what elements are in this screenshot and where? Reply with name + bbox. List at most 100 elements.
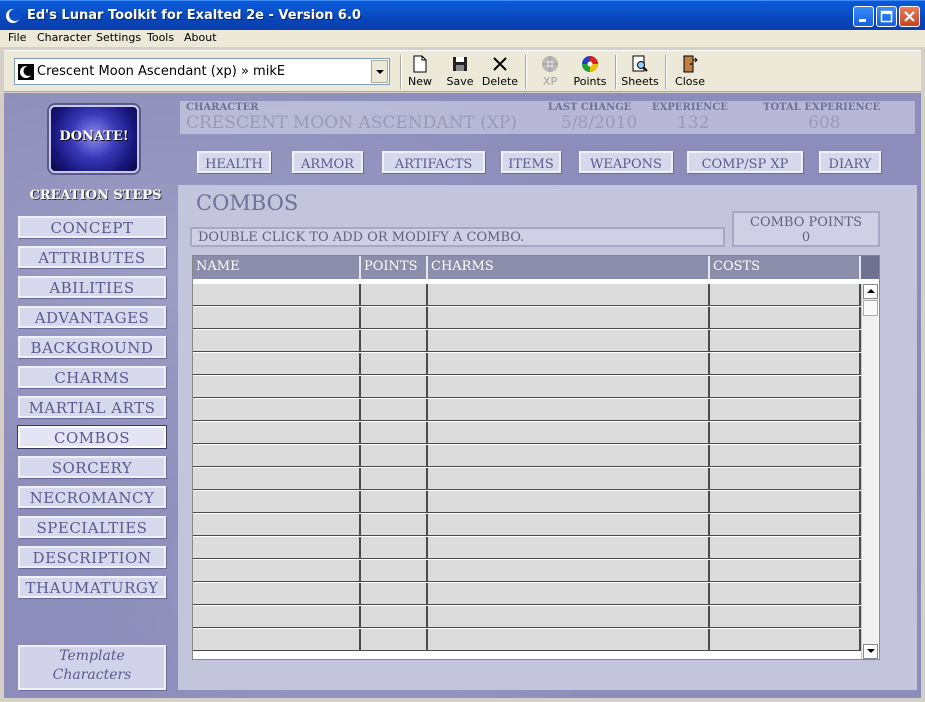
tab-items[interactable]: ITEMS (501, 151, 561, 173)
table-cell[interactable] (710, 445, 861, 467)
table-cell[interactable] (428, 491, 710, 513)
table-cell[interactable] (710, 284, 861, 306)
tab-health[interactable]: HEALTH (197, 151, 271, 173)
table-cell[interactable] (361, 491, 428, 513)
table-cell[interactable] (361, 307, 428, 329)
table-row[interactable] (193, 330, 861, 353)
donate-button[interactable]: DONATE! (49, 105, 139, 173)
table-cell[interactable] (428, 583, 710, 605)
table-cell[interactable] (361, 468, 428, 490)
step-thaumaturgy[interactable]: THAUMATURGY (18, 576, 166, 598)
maximize-button[interactable] (876, 6, 897, 27)
table-cell[interactable] (193, 583, 361, 605)
table-cell[interactable] (428, 353, 710, 375)
close-button[interactable]: Close (669, 53, 711, 91)
step-specialties[interactable]: SPECIALTIES (18, 516, 166, 538)
step-concept[interactable]: CONCEPT (18, 216, 166, 238)
table-cell[interactable] (361, 353, 428, 375)
table-row[interactable] (193, 514, 861, 537)
table-cell[interactable] (428, 629, 710, 651)
table-cell[interactable] (428, 307, 710, 329)
table-cell[interactable] (710, 583, 861, 605)
table-cell[interactable] (193, 353, 361, 375)
table-cell[interactable] (361, 583, 428, 605)
step-charms[interactable]: CHARMS (18, 366, 166, 388)
table-cell[interactable] (428, 376, 710, 398)
table-cell[interactable] (193, 537, 361, 559)
menu-character[interactable]: Character (37, 31, 91, 44)
table-row[interactable] (193, 468, 861, 491)
xp-button[interactable]: XP (529, 53, 571, 91)
table-cell[interactable] (361, 284, 428, 306)
table-cell[interactable] (428, 445, 710, 467)
tab-artifacts[interactable]: ARTIFACTS (382, 151, 485, 173)
table-cell[interactable] (428, 606, 710, 628)
scroll-down-button[interactable] (863, 644, 878, 659)
table-cell[interactable] (361, 376, 428, 398)
table-cell[interactable] (361, 422, 428, 444)
table-row[interactable] (193, 629, 861, 652)
table-cell[interactable] (361, 606, 428, 628)
step-background[interactable]: BACKGROUND (18, 336, 166, 358)
table-cell[interactable] (710, 606, 861, 628)
tab-comp-sp-xp[interactable]: COMP/SP XP (687, 151, 803, 173)
table-cell[interactable] (361, 514, 428, 536)
save-button[interactable]: Save (439, 53, 481, 91)
table-cell[interactable] (428, 537, 710, 559)
table-cell[interactable] (361, 537, 428, 559)
step-combos[interactable]: COMBOS (18, 426, 166, 448)
table-cell[interactable] (710, 537, 861, 559)
table-row[interactable] (193, 353, 861, 376)
step-necromancy[interactable]: NECROMANCY (18, 486, 166, 508)
table-row[interactable] (193, 307, 861, 330)
combos-grid[interactable]: NAME POINTS CHARMS COSTS (192, 255, 880, 660)
table-cell[interactable] (710, 468, 861, 490)
table-cell[interactable] (710, 330, 861, 352)
table-row[interactable] (193, 491, 861, 514)
table-cell[interactable] (428, 399, 710, 421)
table-cell[interactable] (428, 514, 710, 536)
table-cell[interactable] (193, 629, 361, 651)
column-header-charms[interactable]: CHARMS (428, 256, 710, 279)
table-cell[interactable] (361, 445, 428, 467)
table-cell[interactable] (428, 330, 710, 352)
step-abilities[interactable]: ABILITIES (18, 276, 166, 298)
menu-settings[interactable]: Settings (96, 31, 141, 44)
close-window-button[interactable] (899, 6, 920, 27)
table-cell[interactable] (361, 629, 428, 651)
delete-button[interactable]: Delete (479, 53, 521, 91)
table-cell[interactable] (193, 307, 361, 329)
table-row[interactable] (193, 399, 861, 422)
table-cell[interactable] (193, 514, 361, 536)
table-row[interactable] (193, 606, 861, 629)
table-cell[interactable] (193, 445, 361, 467)
minimize-button[interactable] (853, 6, 874, 27)
step-description[interactable]: DESCRIPTION (18, 546, 166, 568)
tab-armor[interactable]: ARMOR (292, 151, 363, 173)
menu-about[interactable]: About (184, 31, 217, 44)
table-cell[interactable] (710, 399, 861, 421)
table-row[interactable] (193, 537, 861, 560)
table-row[interactable] (193, 284, 861, 307)
table-cell[interactable] (193, 376, 361, 398)
table-cell[interactable] (428, 560, 710, 582)
table-cell[interactable] (710, 491, 861, 513)
character-select[interactable]: Crescent Moon Ascendant (xp) » mikE (14, 58, 390, 85)
table-cell[interactable] (361, 560, 428, 582)
table-cell[interactable] (193, 399, 361, 421)
step-martial-arts[interactable]: MARTIAL ARTS (18, 396, 166, 418)
step-attributes[interactable]: ATTRIBUTES (18, 246, 166, 268)
menu-tools[interactable]: Tools (147, 31, 174, 44)
table-row[interactable] (193, 445, 861, 468)
column-header-points[interactable]: POINTS (361, 256, 428, 279)
column-header-name[interactable]: NAME (193, 256, 361, 279)
step-sorcery[interactable]: SORCERY (18, 456, 166, 478)
points-button[interactable]: Points (569, 53, 611, 91)
step-advantages[interactable]: ADVANTAGES (18, 306, 166, 328)
sheets-button[interactable]: Sheets (619, 53, 661, 91)
tab-diary[interactable]: DIARY (819, 151, 881, 173)
table-cell[interactable] (428, 422, 710, 444)
table-cell[interactable] (710, 353, 861, 375)
table-cell[interactable] (361, 399, 428, 421)
table-row[interactable] (193, 583, 861, 606)
